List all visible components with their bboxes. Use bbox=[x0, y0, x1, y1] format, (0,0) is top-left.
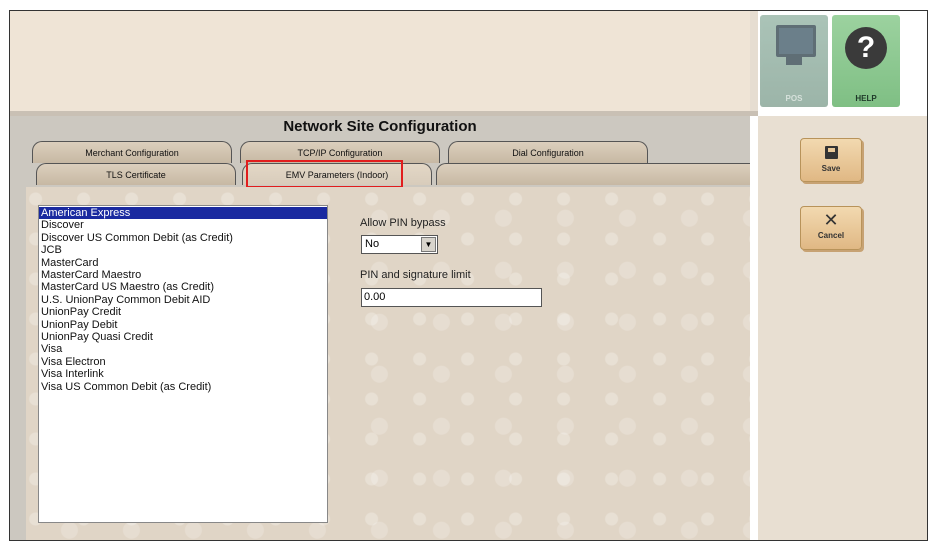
tab-dial-configuration[interactable]: Dial Configuration bbox=[448, 141, 648, 163]
list-item[interactable]: Discover US Common Debit (as Credit) bbox=[39, 232, 327, 244]
list-item[interactable]: Discover bbox=[39, 219, 327, 231]
main-panel: Network Site Configuration Merchant Conf… bbox=[10, 116, 750, 540]
close-icon: ✕ bbox=[823, 210, 839, 231]
list-item[interactable]: Visa bbox=[39, 343, 327, 355]
card-type-list[interactable]: American Express Discover Discover US Comm… bbox=[38, 205, 328, 523]
cancel-button[interactable]: ✕ Cancel bbox=[800, 206, 862, 250]
list-item[interactable]: UnionPay Credit bbox=[39, 306, 327, 318]
tab-row-filler bbox=[436, 163, 750, 185]
pin-bypass-value: No bbox=[365, 238, 380, 250]
list-item[interactable]: JCB bbox=[39, 244, 327, 256]
save-label: Save bbox=[821, 164, 841, 173]
list-item[interactable]: MasterCard US Maestro (as Credit) bbox=[39, 281, 327, 293]
list-item[interactable]: MasterCard bbox=[39, 257, 327, 269]
question-mark-icon: ? bbox=[845, 27, 887, 69]
highlight-box bbox=[246, 160, 403, 188]
list-item[interactable]: American Express bbox=[39, 207, 327, 220]
sig-limit-label: PIN and signature limit bbox=[360, 269, 471, 281]
list-item[interactable]: UnionPay Quasi Credit bbox=[39, 331, 327, 343]
pos-button[interactable]: POS bbox=[760, 15, 828, 107]
list-item[interactable]: Visa US Common Debit (as Credit) bbox=[39, 381, 327, 393]
save-button[interactable]: Save bbox=[800, 138, 862, 182]
header-divider bbox=[750, 11, 758, 116]
floppy-disk-icon bbox=[824, 146, 838, 159]
side-panel: Save ✕ Cancel bbox=[758, 116, 927, 540]
tab-tls-certificate[interactable]: TLS Certificate bbox=[36, 163, 236, 185]
monitor-stand bbox=[786, 57, 802, 65]
help-label: HELP bbox=[855, 94, 877, 103]
dropdown-arrow-icon[interactable]: ▼ bbox=[421, 237, 436, 252]
pin-bypass-label: Allow PIN bypass bbox=[360, 217, 446, 229]
emv-content-panel: American Express Discover Discover US Comm… bbox=[26, 187, 750, 540]
tab-merchant-configuration[interactable]: Merchant Configuration bbox=[32, 141, 232, 163]
header-area bbox=[10, 11, 750, 111]
list-item[interactable]: Visa Interlink bbox=[39, 368, 327, 380]
help-button[interactable]: ? HELP bbox=[832, 15, 900, 107]
monitor-icon bbox=[776, 25, 816, 57]
pin-bypass-select[interactable]: No ▼ bbox=[361, 235, 438, 254]
list-item[interactable]: MasterCard Maestro bbox=[39, 269, 327, 281]
list-item[interactable]: UnionPay Debit bbox=[39, 319, 327, 331]
page-title: Network Site Configuration bbox=[283, 118, 477, 135]
list-item[interactable]: Visa Electron bbox=[39, 356, 327, 368]
app-window: POS ? HELP Network Site Configuration Me… bbox=[9, 10, 928, 541]
cancel-label: Cancel bbox=[817, 231, 845, 240]
list-item[interactable]: U.S. UnionPay Common Debit AID bbox=[39, 294, 327, 306]
pos-label: POS bbox=[785, 94, 803, 103]
sig-limit-input[interactable]: 0.00 bbox=[361, 288, 542, 307]
